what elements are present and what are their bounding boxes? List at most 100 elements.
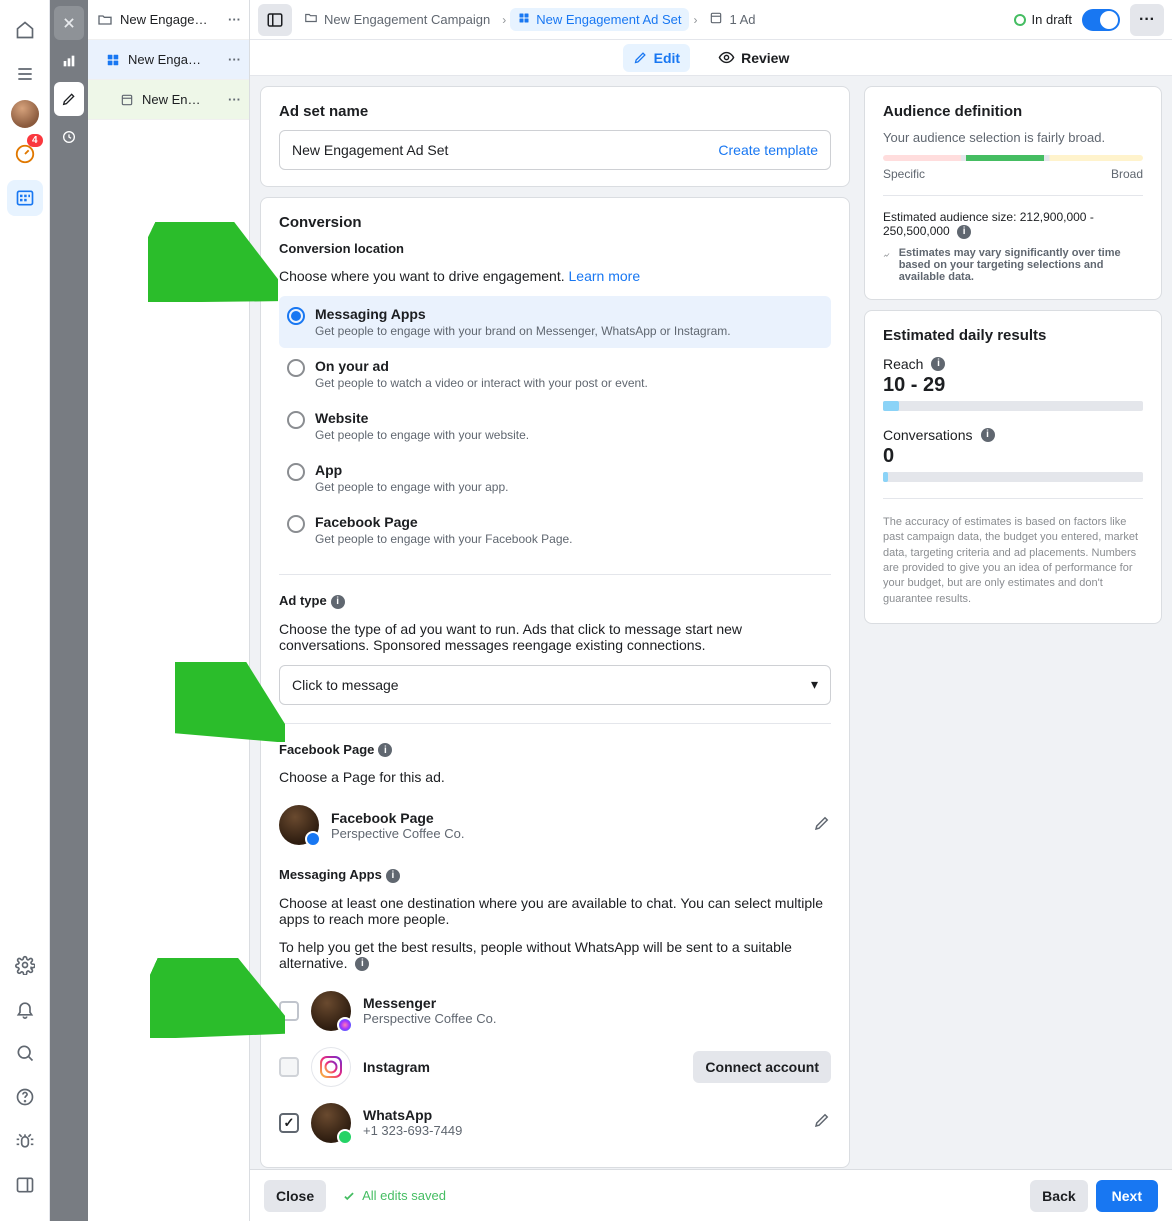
rail-clock-icon[interactable] <box>54 120 84 154</box>
menu-icon[interactable] <box>7 56 43 92</box>
fbpage-heading: Facebook Pagei <box>279 742 831 758</box>
conversion-help: Choose where you want to drive engagemen… <box>279 268 831 284</box>
card-conversion: Conversion Conversion location Choose wh… <box>260 197 850 1168</box>
help-icon[interactable] <box>7 1079 43 1115</box>
conversion-sub: Conversion location <box>279 241 831 256</box>
saved-indicator: All edits saved <box>342 1188 446 1203</box>
radio-website[interactable]: WebsiteGet people to engage with your we… <box>279 400 831 452</box>
gauge-icon[interactable]: 4 <box>7 136 43 172</box>
home-icon[interactable] <box>7 12 43 48</box>
whatsapp-checkbox[interactable] <box>279 1113 299 1133</box>
folder-icon <box>96 12 114 28</box>
rail-chart-icon[interactable] <box>54 44 84 78</box>
footer: Close All edits saved Back Next <box>250 1169 1172 1221</box>
tree-label: New Engage… <box>120 12 228 27</box>
search-icon[interactable] <box>7 1035 43 1071</box>
crumb-label: New Engagement Campaign <box>324 12 490 27</box>
tab-label: Review <box>741 50 789 66</box>
edit-page-button[interactable] <box>813 814 831 837</box>
radio-on-your-ad[interactable]: On your adGet people to watch a video or… <box>279 348 831 400</box>
global-nav: 4 <box>0 0 50 1221</box>
bug-icon[interactable] <box>7 1123 43 1159</box>
radio-circle <box>287 359 305 377</box>
info-icon[interactable]: i <box>378 743 392 757</box>
avatar[interactable] <box>11 100 39 128</box>
crumb-label: New Engagement Ad Set <box>536 12 681 27</box>
close-editor-button[interactable] <box>54 6 84 40</box>
info-icon[interactable]: i <box>331 595 345 609</box>
publish-toggle[interactable] <box>1082 9 1120 31</box>
more-menu-button[interactable]: ··· <box>1130 4 1164 36</box>
instagram-row: Instagram Connect account <box>279 1039 831 1095</box>
msgapps-heading: Messaging Appsi <box>279 867 831 883</box>
ad-icon <box>709 11 723 28</box>
card-audience: Audience definition Your audience select… <box>864 86 1162 300</box>
info-icon[interactable]: i <box>931 357 945 371</box>
caret-down-icon: ▾ <box>811 676 818 693</box>
close-button[interactable]: Close <box>264 1180 326 1212</box>
tree-ad[interactable]: New En… ··· <box>88 80 249 120</box>
info-icon[interactable]: i <box>386 869 400 883</box>
ad-icon <box>118 93 136 107</box>
whatsapp-badge-icon <box>337 1129 353 1145</box>
collapse-button[interactable] <box>258 4 292 36</box>
learn-more-link[interactable]: Learn more <box>569 268 641 284</box>
crumb-ad[interactable]: 1 Ad <box>701 7 763 32</box>
page-avatar <box>311 1103 351 1143</box>
radio-facebook-page[interactable]: Facebook PageGet people to engage with y… <box>279 504 831 556</box>
radio-circle <box>287 463 305 481</box>
reach-label: Reachi <box>883 356 1143 372</box>
connect-instagram-button[interactable]: Connect account <box>693 1051 831 1083</box>
panel-icon[interactable] <box>7 1167 43 1203</box>
card-adset-name: Ad set name Create template <box>260 86 850 187</box>
more-icon[interactable]: ··· <box>228 12 241 27</box>
daily-disclaimer: The accuracy of estimates is based on fa… <box>883 515 1143 607</box>
back-button[interactable]: Back <box>1030 1180 1087 1212</box>
audience-size: Estimated audience size: 212,900,000 - 2… <box>883 210 1143 239</box>
adset-name-input[interactable] <box>292 142 718 158</box>
tree-campaign[interactable]: New Engage… ··· <box>88 0 249 40</box>
radio-circle <box>287 307 305 325</box>
gear-icon[interactable] <box>7 947 43 983</box>
create-template-link[interactable]: Create template <box>718 142 818 158</box>
more-icon[interactable]: ··· <box>228 52 241 67</box>
fbpage-row: Facebook PagePerspective Coffee Co. <box>279 797 831 853</box>
crumb-label: 1 Ad <box>729 12 755 27</box>
tree-label: New En… <box>142 92 228 107</box>
ads-manager-icon[interactable] <box>7 180 43 216</box>
crumb-adset[interactable]: New Engagement Ad Set <box>510 8 689 31</box>
trend-icon <box>883 247 891 263</box>
card-heading: Audience definition <box>883 103 1143 120</box>
info-icon[interactable]: i <box>957 225 971 239</box>
next-button[interactable]: Next <box>1096 1180 1158 1212</box>
radio-messaging-apps[interactable]: Messaging AppsGet people to engage with … <box>279 296 831 348</box>
tab-edit[interactable]: Edit <box>623 44 690 72</box>
edit-whatsapp-button[interactable] <box>813 1111 831 1134</box>
card-heading: Conversion <box>279 214 831 231</box>
card-daily-results: Estimated daily results Reachi 10 - 29 C… <box>864 310 1162 624</box>
eye-icon <box>718 49 735 66</box>
tab-label: Edit <box>654 50 680 66</box>
select-value: Click to message <box>292 677 399 693</box>
radio-app[interactable]: AppGet people to engage with your app. <box>279 452 831 504</box>
msgapps-help2: To help you get the best results, people… <box>279 939 831 971</box>
audience-meter <box>883 155 1143 161</box>
chevron-right-icon: › <box>693 13 697 27</box>
pencil-icon <box>633 50 648 65</box>
more-icon[interactable]: ··· <box>228 92 241 107</box>
tree-label: New Enga… <box>128 52 228 67</box>
folder-icon <box>304 11 318 28</box>
info-icon[interactable]: i <box>355 957 369 971</box>
bell-icon[interactable] <box>7 991 43 1027</box>
rail-edit-icon[interactable] <box>54 82 84 116</box>
info-icon[interactable]: i <box>981 428 995 442</box>
adset-icon <box>518 12 530 27</box>
chevron-right-icon: › <box>502 13 506 27</box>
adtype-select[interactable]: Click to message ▾ <box>279 665 831 705</box>
tab-review[interactable]: Review <box>708 43 799 72</box>
instagram-checkbox[interactable] <box>279 1057 299 1077</box>
tree-adset[interactable]: New Enga… ··· <box>88 40 249 80</box>
crumb-campaign[interactable]: New Engagement Campaign <box>296 7 498 32</box>
conv-bar <box>883 472 1143 482</box>
messenger-checkbox[interactable] <box>279 1001 299 1021</box>
